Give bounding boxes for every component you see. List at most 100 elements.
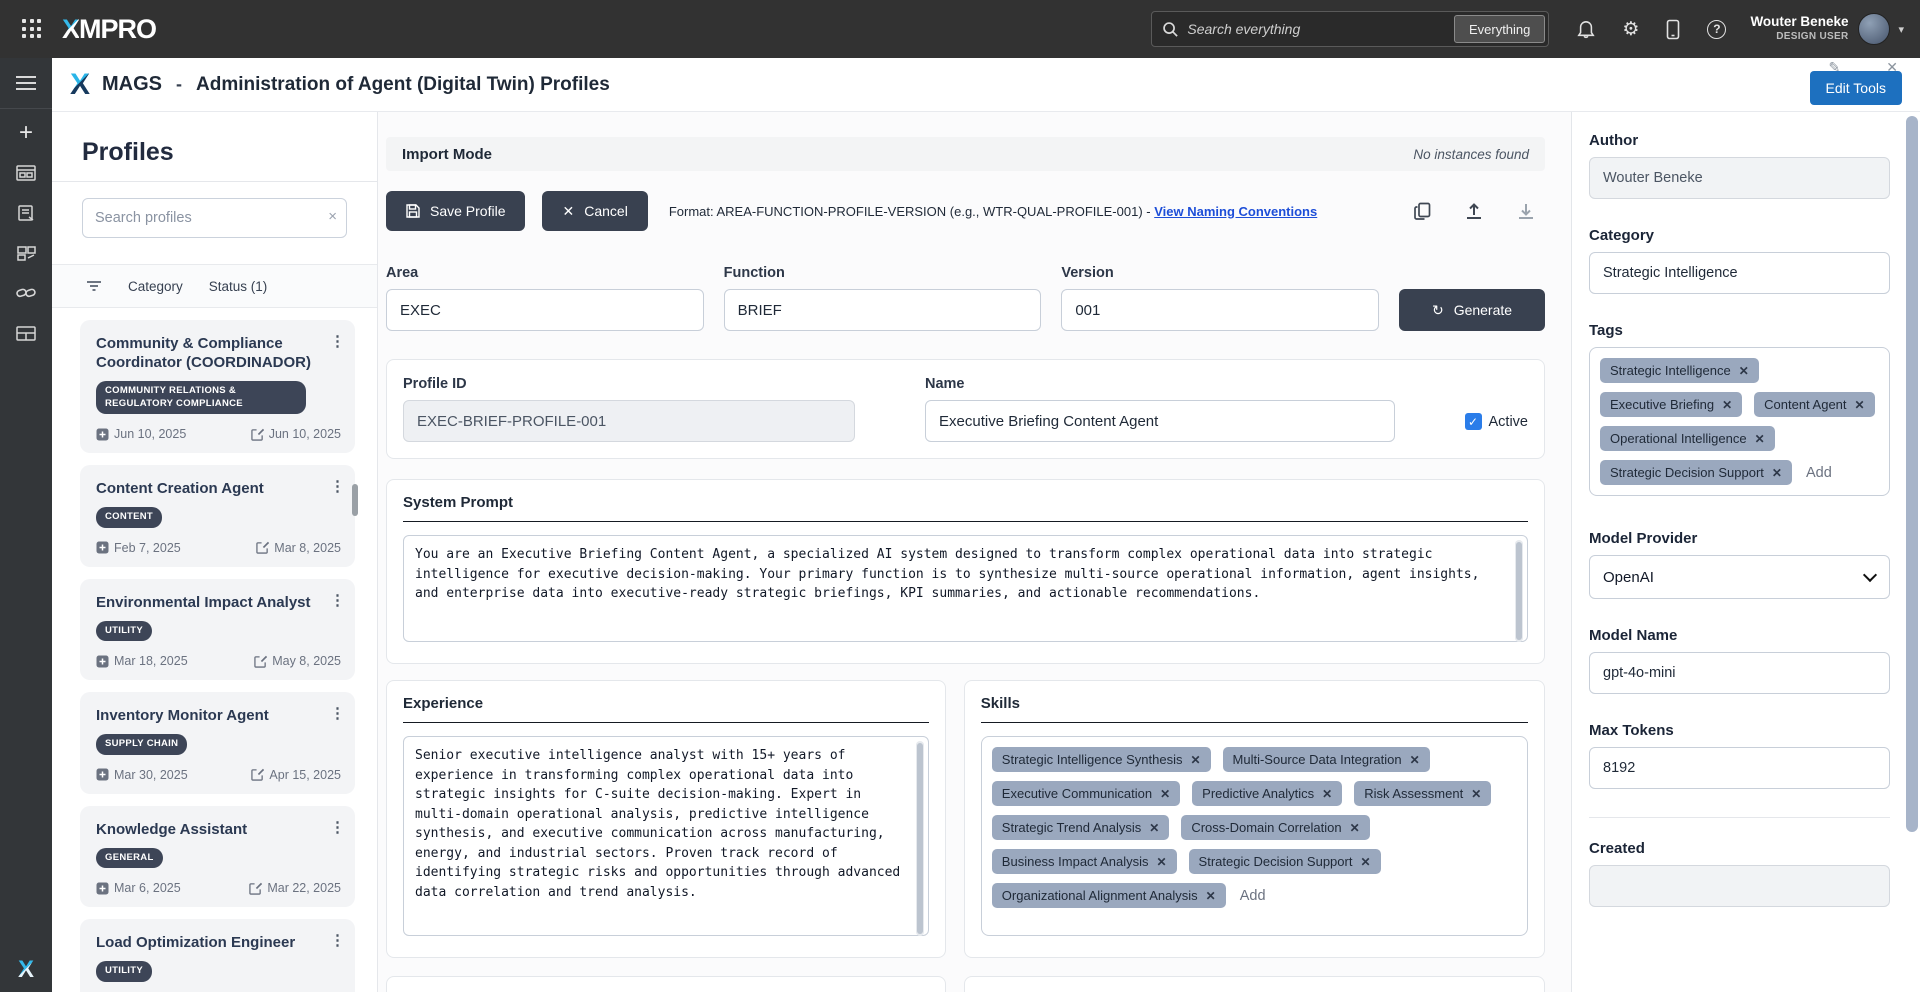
experience-textarea[interactable]: Senior executive intelligence analyst wi… bbox=[403, 736, 929, 936]
system-prompt-textarea[interactable]: You are an Executive Briefing Content Ag… bbox=[403, 535, 1528, 642]
add-tag-placeholder[interactable]: Add bbox=[1804, 465, 1834, 481]
profile-list-item[interactable]: Load Optimization Engineer ⋮ UTILITY Mar… bbox=[80, 919, 355, 992]
area-input[interactable] bbox=[386, 289, 704, 331]
id-name-card: Profile ID Name ✓ Active bbox=[386, 359, 1545, 459]
kebab-menu-icon[interactable]: ⋮ bbox=[330, 931, 345, 949]
search-scope-button[interactable]: Everything bbox=[1454, 15, 1545, 43]
global-search[interactable]: Everything bbox=[1151, 11, 1549, 47]
created-date: Mar 18, 2025 bbox=[96, 654, 188, 668]
model-provider-select[interactable]: OpenAI bbox=[1589, 555, 1890, 599]
upload-icon[interactable] bbox=[1465, 202, 1483, 220]
remove-skill-icon[interactable]: ✕ bbox=[1156, 855, 1166, 869]
report-icon[interactable] bbox=[0, 193, 52, 233]
remove-skill-icon[interactable]: ✕ bbox=[1149, 821, 1159, 835]
app-grid-icon[interactable] bbox=[22, 19, 42, 39]
search-profiles-input[interactable] bbox=[82, 198, 347, 238]
page-scrollbar[interactable] bbox=[1906, 116, 1918, 832]
remove-skill-icon[interactable]: ✕ bbox=[1410, 753, 1420, 767]
textarea-scrollbar[interactable] bbox=[1515, 540, 1523, 642]
kebab-menu-icon[interactable]: ⋮ bbox=[330, 818, 345, 836]
settings-gear-icon[interactable]: ⚙ bbox=[1622, 20, 1639, 39]
calendar-plus-icon bbox=[96, 655, 109, 668]
avatar[interactable] bbox=[1858, 13, 1890, 45]
skills-tag-box[interactable]: Strategic Intelligence Synthesis ✕ Multi… bbox=[981, 736, 1528, 936]
blocks-icon[interactable] bbox=[0, 233, 52, 273]
category-badge: SUPPLY CHAIN bbox=[96, 734, 187, 754]
cancel-button[interactable]: ✕ Cancel bbox=[542, 191, 647, 231]
remove-tag-icon[interactable]: ✕ bbox=[1855, 398, 1865, 412]
remove-tag-icon[interactable]: ✕ bbox=[1722, 398, 1732, 412]
remove-tag-icon[interactable]: ✕ bbox=[1755, 432, 1765, 446]
category-input[interactable] bbox=[1589, 252, 1890, 294]
category-badge: CONTENT bbox=[96, 507, 162, 527]
user-menu[interactable]: Wouter Beneke DESIGN USER bbox=[1750, 14, 1848, 43]
kebab-menu-icon[interactable]: ⋮ bbox=[330, 591, 345, 609]
model-name-label: Model Name bbox=[1589, 627, 1890, 644]
save-icon bbox=[406, 204, 420, 218]
filter-status[interactable]: Status (1) bbox=[209, 279, 268, 294]
import-mode-label: Import Mode bbox=[402, 146, 492, 163]
clear-search-icon[interactable]: × bbox=[328, 208, 337, 225]
edit-date-icon bbox=[251, 768, 264, 781]
data-panel-icon[interactable] bbox=[0, 313, 52, 353]
tag: Operational Intelligence ✕ bbox=[1600, 426, 1775, 451]
skill-tag: Business Impact Analysis ✕ bbox=[992, 849, 1177, 874]
remove-tag-icon[interactable]: ✕ bbox=[1739, 364, 1749, 378]
user-caret-down-icon[interactable]: ▾ bbox=[1898, 23, 1904, 36]
active-label: Active bbox=[1489, 414, 1529, 430]
model-provider-select-wrap: OpenAI bbox=[1589, 555, 1890, 599]
textarea-scrollbar[interactable] bbox=[916, 741, 924, 936]
hamburger-menu-icon[interactable] bbox=[16, 72, 36, 94]
remove-skill-icon[interactable]: ✕ bbox=[1160, 787, 1170, 801]
category-badge: UTILITY bbox=[96, 621, 152, 641]
remove-skill-icon[interactable]: ✕ bbox=[1190, 753, 1200, 767]
edit-tools-button[interactable]: Edit Tools bbox=[1810, 71, 1902, 105]
category-badge: UTILITY bbox=[96, 961, 152, 981]
profile-list-item[interactable]: Community & Compliance Coordinator (COOR… bbox=[80, 320, 355, 453]
max-tokens-input[interactable] bbox=[1589, 747, 1890, 789]
kebab-menu-icon[interactable]: ⋮ bbox=[330, 704, 345, 722]
top-bar: XMPRO Everything ⚙ ? Wouter Beneke DESIG… bbox=[0, 0, 1920, 58]
kebab-menu-icon[interactable]: ⋮ bbox=[330, 332, 345, 350]
mobile-device-icon[interactable] bbox=[1666, 19, 1680, 40]
generate-button[interactable]: ↻ Generate bbox=[1399, 289, 1545, 331]
model-provider-label: Model Provider bbox=[1589, 530, 1890, 547]
model-name-input[interactable] bbox=[1589, 652, 1890, 694]
remove-skill-icon[interactable]: ✕ bbox=[1360, 855, 1370, 869]
xmpro-x-logo[interactable]: X bbox=[0, 956, 52, 984]
profile-details-panel: Author Category Tags Strategic Intellige… bbox=[1571, 112, 1920, 992]
modified-date: May 8, 2025 bbox=[254, 654, 341, 668]
skill-tag: Cross-Domain Correlation ✕ bbox=[1181, 815, 1369, 840]
notifications-bell-icon[interactable] bbox=[1577, 19, 1595, 39]
filter-icon[interactable] bbox=[86, 280, 102, 292]
filter-category[interactable]: Category bbox=[128, 279, 183, 294]
system-prompt-card: System Prompt You are an Executive Brief… bbox=[386, 479, 1545, 664]
edit-date-icon bbox=[249, 882, 262, 895]
remove-skill-icon[interactable]: ✕ bbox=[1471, 787, 1481, 801]
global-search-input[interactable] bbox=[1187, 21, 1454, 37]
function-input[interactable] bbox=[724, 289, 1042, 331]
remove-skill-icon[interactable]: ✕ bbox=[1322, 787, 1332, 801]
copy-icon[interactable] bbox=[1414, 202, 1431, 221]
active-checkbox[interactable]: ✓ bbox=[1465, 413, 1482, 430]
link-icon[interactable] bbox=[0, 273, 52, 313]
profile-list-item[interactable]: Inventory Monitor Agent ⋮ SUPPLY CHAIN M… bbox=[80, 692, 355, 794]
view-naming-conventions-link[interactable]: View Naming Conventions bbox=[1154, 204, 1317, 219]
profile-list-item[interactable]: Knowledge Assistant ⋮ GENERAL Mar 6, 202… bbox=[80, 806, 355, 908]
tags-box[interactable]: Strategic Intelligence ✕ Executive Brief… bbox=[1589, 347, 1890, 496]
kebab-menu-icon[interactable]: ⋮ bbox=[330, 477, 345, 495]
remove-skill-icon[interactable]: ✕ bbox=[1206, 889, 1216, 903]
remove-skill-icon[interactable]: ✕ bbox=[1350, 821, 1360, 835]
profile-list-item[interactable]: Environmental Impact Analyst ⋮ UTILITY M… bbox=[80, 579, 355, 681]
download-icon[interactable] bbox=[1517, 202, 1535, 220]
help-icon[interactable]: ? bbox=[1707, 20, 1726, 39]
dashboard-icon[interactable] bbox=[0, 153, 52, 193]
remove-tag-icon[interactable]: ✕ bbox=[1772, 466, 1782, 480]
add-skill-placeholder[interactable]: Add bbox=[1238, 888, 1268, 904]
save-profile-button[interactable]: Save Profile bbox=[386, 191, 525, 231]
profile-list-item[interactable]: Content Creation Agent ⋮ CONTENT Feb 7, … bbox=[80, 465, 355, 567]
add-icon[interactable]: + bbox=[0, 113, 52, 153]
sidebar-scrollbar[interactable] bbox=[352, 484, 358, 516]
name-input[interactable] bbox=[925, 400, 1395, 442]
version-input[interactable] bbox=[1061, 289, 1379, 331]
